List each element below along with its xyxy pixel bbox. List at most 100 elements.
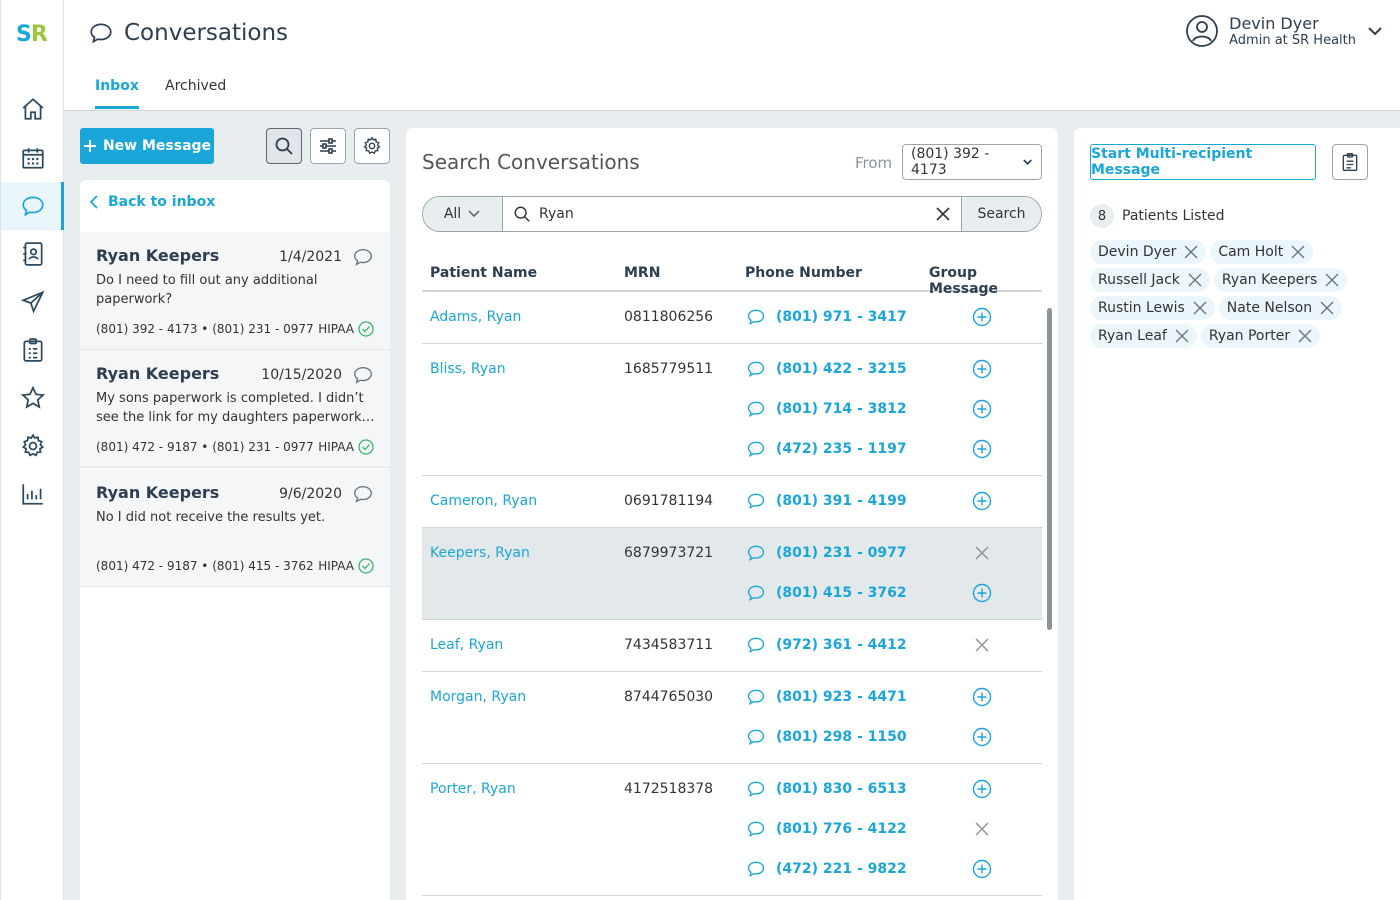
phone-number-link[interactable]: (472) 235 - 1197 [746,439,907,459]
filter-button[interactable] [310,128,346,164]
search-panel: Search Conversations From (801) 392 - 41… [406,128,1058,900]
patient-name-link[interactable]: Porter, Ryan [430,781,516,797]
phone-number-link[interactable]: (801) 971 - 3417 [746,307,907,327]
patient-name-link[interactable]: Bliss, Ryan [430,361,506,377]
patient-name-link[interactable]: Adams, Ryan [430,309,521,325]
user-menu[interactable]: Devin Dyer Admin at SR Health [1185,14,1384,48]
from-number-value: (801) 392 - 4173 [911,146,990,178]
inbox-panel: Back to inbox Ryan Keepers 1/4/2021 Do I… [80,180,390,900]
results-scrollbar[interactable] [1047,308,1052,630]
header-phone-number: Phone Number [745,265,862,281]
phone-number-link[interactable]: (472) 221 - 9822 [746,859,907,879]
clipboard-icon[interactable] [1,326,65,374]
clear-search-button[interactable] [925,197,961,231]
patient-name-link[interactable]: Cameron, Ryan [430,493,537,509]
patient-name-link[interactable]: Keepers, Ryan [430,545,530,561]
phone-number-link[interactable]: (801) 776 - 4122 [746,819,907,839]
side-nav: SR [0,0,65,900]
patient-mrn: 6879973721 [624,545,714,561]
add-to-group-button[interactable] [971,582,993,604]
add-to-group-button[interactable] [971,438,993,460]
contacts-icon[interactable] [1,230,65,278]
settings-button[interactable] [354,128,390,164]
search-field[interactable] [503,197,925,231]
add-to-group-button[interactable] [971,306,993,328]
search-toggle-button[interactable] [266,128,302,164]
conversation-item[interactable]: Ryan Keepers 9/6/2020 No I did not recei… [80,469,390,587]
patient-name-link[interactable]: Morgan, Ryan [430,689,526,705]
star-icon[interactable] [1,374,65,422]
remove-recipient-button[interactable] [1191,299,1209,317]
search-icon [514,206,530,222]
chat-icon[interactable] [1,182,65,230]
remove-from-group-button[interactable] [971,818,993,840]
clipboard-icon [1342,153,1358,171]
remove-from-group-button[interactable] [971,542,993,564]
send-icon[interactable] [1,278,65,326]
add-to-group-button[interactable] [971,778,993,800]
count-badge: 8 [1090,204,1114,228]
search-input[interactable] [539,206,919,222]
remove-recipient-button[interactable] [1318,299,1336,317]
phone-number-link[interactable]: (801) 422 - 3215 [746,359,907,379]
close-icon [1175,329,1189,343]
patient-mrn: 7434583711 [624,637,714,653]
conversation-item[interactable]: Ryan Keepers 1/4/2021 Do I need to fill … [80,232,390,350]
tab-archived[interactable]: Archived [165,78,226,106]
conversation-preview: My sons paperwork is completed. I didn’t… [96,391,375,425]
phone-number-link[interactable]: (801) 415 - 3762 [746,583,907,603]
from-number-select[interactable]: (801) 392 - 4173 [902,144,1042,180]
add-circle-icon [972,727,992,747]
phone-number-link[interactable]: (801) 231 - 0977 [746,543,907,563]
add-to-group-button[interactable] [971,726,993,748]
phone-number-link[interactable]: (801) 298 - 1150 [746,727,907,747]
add-to-group-button[interactable] [971,686,993,708]
new-message-button[interactable]: New Message [80,128,214,164]
remove-recipient-button[interactable] [1289,243,1307,261]
logo[interactable]: SR [16,22,48,47]
conversation-item[interactable]: Ryan Keepers 10/15/2020 My sons paperwor… [80,350,390,468]
recipient-chip: Ryan Porter [1200,324,1321,348]
calendar-icon[interactable] [1,134,65,182]
patients-count: 8 Patients Listed [1090,204,1224,228]
phone-number-link[interactable]: (801) 714 - 3812 [746,399,907,419]
remove-icon [975,638,989,652]
phone-number-link[interactable]: (801) 830 - 6513 [746,779,907,799]
sliders-icon [320,138,336,154]
remove-recipient-button[interactable] [1182,243,1200,261]
add-circle-icon [972,307,992,327]
chart-icon[interactable] [1,470,65,518]
close-icon [1188,273,1202,287]
remove-recipient-button[interactable] [1296,327,1314,345]
patient-name-link[interactable]: Leaf, Ryan [430,637,503,653]
start-multi-recipient-button[interactable]: Start Multi-recipient Message [1090,144,1316,180]
home-icon[interactable] [1,85,65,133]
filter-dropdown[interactable]: All [423,197,503,231]
chat-icon [747,585,765,602]
tab-inbox[interactable]: Inbox [95,78,139,109]
remove-from-group-button[interactable] [971,634,993,656]
add-to-group-button[interactable] [971,490,993,512]
chat-icon [747,781,765,798]
gear-icon[interactable] [1,422,65,470]
remove-recipient-button[interactable] [1186,271,1204,289]
phone-number-link[interactable]: (801) 923 - 4471 [746,687,907,707]
recipient-name: Nate Nelson [1226,300,1313,316]
from-label: From [855,154,893,172]
clipboard-button[interactable] [1332,144,1368,180]
remove-recipient-button[interactable] [1323,271,1341,289]
chevron-down-icon[interactable] [1366,22,1384,40]
phone-number-link[interactable]: (801) 391 - 4199 [746,491,907,511]
table-row: Leaf, Ryan 7434583711 (972) 361 - 4412 [422,620,1042,672]
table-row: Cameron, Ryan 0691781194 (801) 391 - 4199 [422,476,1042,528]
add-to-group-button[interactable] [971,358,993,380]
check-circle-icon [358,321,374,337]
phone-number-link[interactable]: (972) 361 - 4412 [746,635,907,655]
remove-recipient-button[interactable] [1173,327,1191,345]
conversation-preview: No I did not receive the results yet. [96,510,326,525]
add-to-group-button[interactable] [971,858,993,880]
search-button[interactable]: Search [961,197,1041,231]
add-to-group-button[interactable] [971,398,993,420]
conversation-date: 9/6/2020 [279,486,342,502]
back-to-inbox-link[interactable]: Back to inbox [88,194,215,210]
